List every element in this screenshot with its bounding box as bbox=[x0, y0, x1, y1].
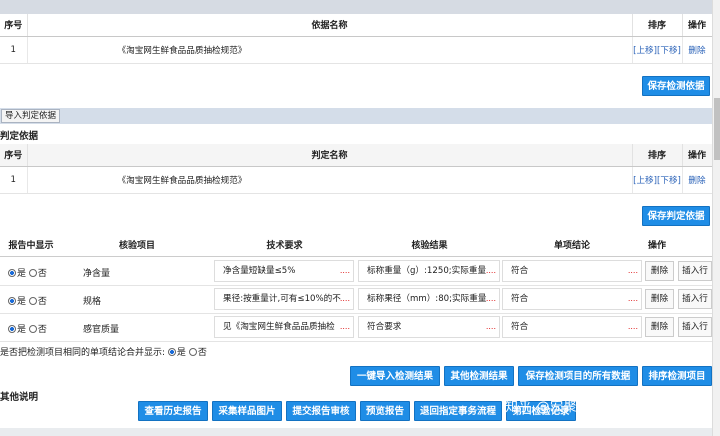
other-section-title: 其他说明 bbox=[0, 392, 39, 403]
delete-row-button[interactable]: 删除 bbox=[645, 261, 674, 281]
basis-seq: 1 bbox=[0, 36, 28, 64]
items-header-item: 核验项目 bbox=[118, 241, 155, 251]
radio-no[interactable] bbox=[28, 297, 37, 305]
save-judge-button[interactable]: 保存判定依据 bbox=[642, 206, 710, 226]
radio-no[interactable] bbox=[28, 269, 37, 277]
show-radio-group[interactable]: 是 否 bbox=[8, 322, 47, 335]
merge-question-label: 是否把检测项目相同的单项结论合并显示: bbox=[0, 348, 166, 358]
result-field[interactable]: 标称重量（g）:1250;实际重量.... bbox=[358, 260, 500, 282]
conclusion-field[interactable]: 符合.... bbox=[502, 316, 642, 338]
radio-yes[interactable] bbox=[8, 297, 16, 305]
basis-header-seq: 序号 bbox=[0, 14, 28, 37]
show-radio-group[interactable]: 是 否 bbox=[8, 294, 47, 307]
radio-yes-label: 是 bbox=[17, 269, 27, 279]
insert-row-button[interactable]: 插入行 bbox=[678, 261, 712, 281]
delete-row-button[interactable]: 删除 bbox=[645, 317, 674, 337]
basis-header-name: 依据名称 bbox=[27, 14, 633, 37]
import-judge-button[interactable]: 导入判定依据 bbox=[1, 109, 61, 123]
move-down-link[interactable]: [下移] bbox=[657, 176, 681, 186]
insert-row-button[interactable]: 插入行 bbox=[678, 317, 712, 337]
items-header-show: 报告中显示 bbox=[8, 241, 54, 251]
show-radio-group[interactable]: 是 否 bbox=[8, 266, 47, 279]
table-row: 是 否 感官质量 见《淘宝网生鲜食品品质抽检.... 符合要求.... 符合..… bbox=[0, 314, 712, 342]
scrollbar-thumb[interactable] bbox=[714, 98, 720, 160]
items-header: 报告中显示 核验项目 技术要求 核验结果 单项结论 操作 bbox=[0, 235, 712, 257]
import-tab-bar: 导入判定依据 bbox=[0, 108, 712, 124]
judge-header-sort: 排序 bbox=[632, 144, 683, 167]
merge-yes-label: 是 bbox=[176, 348, 186, 358]
basis-header-op: 操作 bbox=[682, 14, 713, 37]
other-results-button[interactable]: 其他检测结果 bbox=[444, 366, 514, 386]
merge-radio-no[interactable] bbox=[188, 348, 197, 356]
radio-yes[interactable] bbox=[8, 269, 16, 277]
judge-seq: 1 bbox=[0, 166, 28, 194]
radio-no-label: 否 bbox=[37, 325, 47, 335]
history-report-button[interactable]: 查看历史报告 bbox=[138, 401, 208, 421]
items-header-req: 技术要求 bbox=[266, 241, 303, 251]
return-flow-button[interactable]: 退回指定事务流程 bbox=[414, 401, 502, 421]
radio-no[interactable] bbox=[28, 325, 37, 333]
save-all-button[interactable]: 保存检测项目的所有数据 bbox=[518, 366, 638, 386]
judge-header-seq: 序号 bbox=[0, 144, 28, 167]
judge-section-title: 判定依据 bbox=[0, 131, 39, 142]
item-name: 净含量 bbox=[83, 269, 111, 279]
table-row: 1 《淘宝网生鲜食品品质抽检规范》 [上移][下移] 删除 bbox=[0, 166, 713, 194]
judge-header-op: 操作 bbox=[682, 144, 713, 167]
basis-table: 序号 依据名称 排序 操作 1 《淘宝网生鲜食品品质抽检规范》 [上移][下移]… bbox=[0, 14, 713, 64]
requirement-field[interactable]: 净含量短缺量≤5%.... bbox=[214, 260, 354, 282]
requirement-field[interactable]: 见《淘宝网生鲜食品品质抽检.... bbox=[214, 316, 354, 338]
conclusion-field[interactable]: 符合.... bbox=[502, 260, 642, 282]
merge-no-label: 否 bbox=[197, 348, 207, 358]
result-field[interactable]: 符合要求.... bbox=[358, 316, 500, 338]
move-up-link[interactable]: [上移] bbox=[633, 46, 657, 56]
import-results-button[interactable]: 一键导入检测结果 bbox=[350, 366, 440, 386]
watermark: 知乎 @宏聚lims系统 bbox=[505, 400, 633, 415]
radio-yes-label: 是 bbox=[17, 325, 27, 335]
insert-row-button[interactable]: 插入行 bbox=[678, 289, 712, 309]
requirement-field[interactable]: 果径:按重量计,可有≤10%的不.... bbox=[214, 288, 354, 310]
delete-row-button[interactable]: 删除 bbox=[645, 289, 674, 309]
radio-no-label: 否 bbox=[37, 269, 47, 279]
delete-link[interactable]: 删除 bbox=[688, 176, 705, 186]
item-name: 感官质量 bbox=[83, 325, 120, 335]
judge-table: 序号 判定名称 排序 操作 1 《淘宝网生鲜食品品质抽检规范》 [上移][下移]… bbox=[0, 144, 713, 194]
merge-question: 是否把检测项目相同的单项结论合并显示: 是 否 bbox=[0, 345, 207, 358]
radio-no-label: 否 bbox=[37, 297, 47, 307]
judge-name: 《淘宝网生鲜食品品质抽检规范》 bbox=[27, 166, 633, 194]
items-header-op: 操作 bbox=[647, 241, 666, 251]
merge-radio-yes[interactable] bbox=[167, 348, 176, 356]
result-field[interactable]: 标称果径（mm）:80;实际重量.... bbox=[358, 288, 500, 310]
bottom-bar bbox=[0, 428, 712, 436]
vertical-scrollbar[interactable] bbox=[712, 0, 720, 436]
move-down-link[interactable]: [下移] bbox=[657, 46, 681, 56]
conclusion-field[interactable]: 符合.... bbox=[502, 288, 642, 310]
sort-items-button[interactable]: 排序检测项目 bbox=[642, 366, 712, 386]
top-strip bbox=[0, 0, 712, 14]
radio-yes[interactable] bbox=[8, 325, 16, 333]
table-row: 1 《淘宝网生鲜食品品质抽检规范》 [上移][下移] 删除 bbox=[0, 36, 713, 64]
judge-header-name: 判定名称 bbox=[27, 144, 633, 167]
page: 序号 依据名称 排序 操作 1 《淘宝网生鲜食品品质抽检规范》 [上移][下移]… bbox=[0, 0, 720, 436]
items-header-result: 核验结果 bbox=[411, 241, 448, 251]
save-basis-button[interactable]: 保存检测依据 bbox=[642, 76, 710, 96]
submit-review-button[interactable]: 提交报告审核 bbox=[286, 401, 356, 421]
item-name: 规格 bbox=[83, 297, 102, 307]
move-up-link[interactable]: [上移] bbox=[633, 176, 657, 186]
radio-yes-label: 是 bbox=[17, 297, 27, 307]
table-row: 是 否 规格 果径:按重量计,可有≤10%的不.... 标称果径（mm）:80;… bbox=[0, 286, 712, 314]
preview-report-button[interactable]: 预览报告 bbox=[360, 401, 410, 421]
table-row: 是 否 净含量 净含量短缺量≤5%.... 标称重量（g）:1250;实际重量.… bbox=[0, 258, 712, 286]
basis-header-sort: 排序 bbox=[632, 14, 683, 37]
basis-name: 《淘宝网生鲜食品品质抽检规范》 bbox=[27, 36, 633, 64]
delete-link[interactable]: 删除 bbox=[688, 46, 705, 56]
collect-images-button[interactable]: 采集样品图片 bbox=[212, 401, 282, 421]
